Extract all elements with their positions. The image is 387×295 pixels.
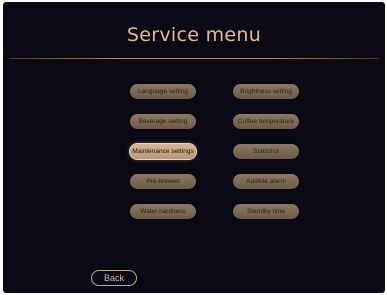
standby-time-button[interactable]: Standby time: [233, 204, 299, 219]
water-hardness-button[interactable]: Water hardness: [130, 204, 196, 219]
page-title: Service menu: [126, 24, 262, 46]
coffee-temperature-button[interactable]: Coffee temperature: [233, 114, 299, 129]
back-button[interactable]: Back: [91, 270, 137, 286]
pre-brewed-button[interactable]: Pre-brewed: [130, 174, 196, 189]
statistics-button[interactable]: Statistics: [233, 144, 299, 159]
brightness-setting-button[interactable]: Brightness setting: [233, 84, 299, 99]
language-setting-button[interactable]: Language setting: [130, 84, 196, 99]
title-divider: [9, 58, 379, 59]
maintenance-settings-button[interactable]: Maintenance settings: [130, 144, 196, 159]
beverage-setting-button[interactable]: Beverage setting: [130, 114, 196, 129]
audible-alarm-button[interactable]: Audible alarm: [233, 174, 299, 189]
service-menu-screen: Service menu Language setting Beverage s…: [3, 2, 385, 293]
